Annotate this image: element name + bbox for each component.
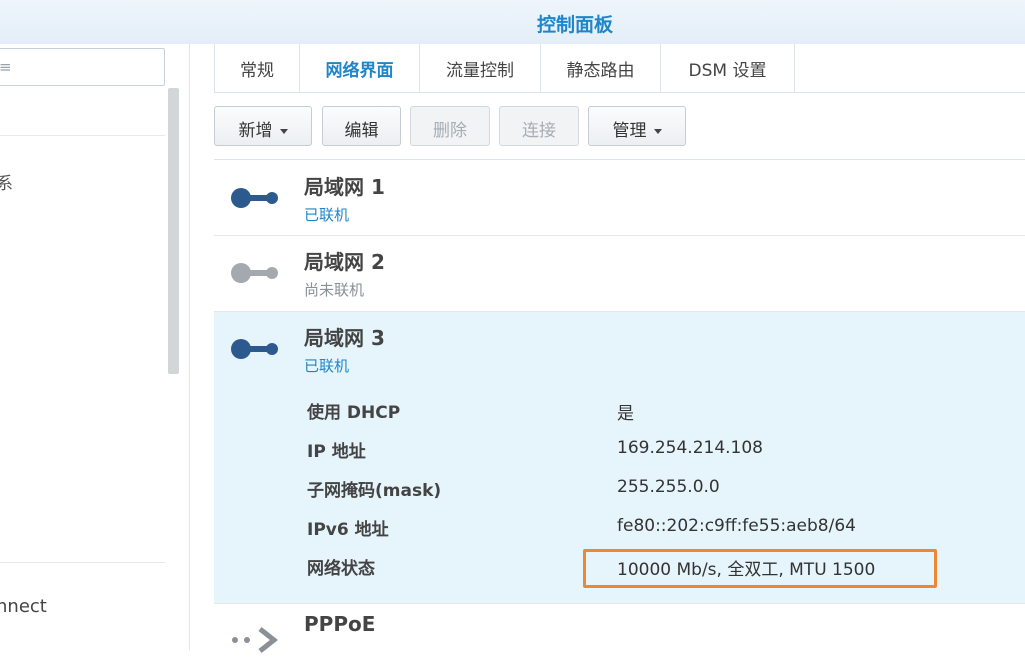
tab-static-route[interactable]: 静态路由 (541, 44, 661, 93)
sidebar-divider (0, 562, 165, 563)
search-placeholder: ≡ (0, 58, 12, 76)
sidebar-search-input[interactable]: ≡ (0, 48, 165, 86)
highlight-box (583, 549, 937, 588)
interface-list: 局域网 1 已联机 局域网 2 尚未联机 局域网 3 已联机 使用 DHCP 是… (214, 159, 1025, 653)
window-titlebar: 控制面板 (0, 0, 1025, 44)
chevron-down-icon (653, 128, 662, 134)
interface-row-lan3[interactable]: 局域网 3 已联机 使用 DHCP 是 IP 地址 169.254.214.10… (214, 312, 1025, 604)
interface-row-lan2[interactable]: 局域网 2 尚未联机 (214, 236, 1025, 312)
ip-address-label: IP 地址 (307, 442, 366, 462)
delete-button-label: 删除 (433, 121, 467, 141)
sidebar-divider (0, 135, 165, 136)
tab-network-interface[interactable]: 网络界面 (300, 44, 420, 93)
dhcp-label: 使用 DHCP (307, 403, 401, 423)
connect-button[interactable]: 连接 (499, 106, 579, 146)
interface-status: 已联机 (304, 206, 350, 224)
interface-row-lan1[interactable]: 局域网 1 已联机 (214, 160, 1025, 236)
edit-button-label: 编辑 (344, 121, 379, 141)
tab-bar: 常规 网络界面 流量控制 静态路由 DSM 设置 (214, 44, 1025, 93)
connect-button-label: 连接 (522, 121, 556, 141)
interface-name: 局域网 3 (304, 326, 385, 350)
interface-status: 已联机 (304, 357, 350, 375)
connected-icon (231, 339, 278, 359)
edit-button[interactable]: 编辑 (322, 106, 401, 146)
sidebar-item-partial[interactable]: 系 (0, 169, 13, 194)
chevron-down-icon (279, 128, 288, 134)
interface-row-pppoe[interactable]: PPPoE (214, 604, 1025, 664)
subnet-mask-value: 255.255.0.0 (617, 477, 720, 497)
add-button-label: 新增 (238, 121, 273, 141)
ip-address-value: 169.254.214.108 (617, 438, 764, 458)
tab-traffic-control[interactable]: 流量控制 (420, 44, 541, 93)
subnet-mask-label: 子网掩码(mask) (307, 481, 442, 501)
network-status-label: 网络状态 (307, 559, 375, 579)
disconnected-icon (231, 263, 278, 283)
sidebar-item-connect[interactable]: nnect (0, 596, 47, 617)
interface-name: 局域网 1 (304, 175, 385, 199)
manage-button-label: 管理 (612, 121, 647, 141)
tab-general[interactable]: 常规 (214, 44, 300, 93)
interface-name: 局域网 2 (304, 250, 385, 274)
delete-button[interactable]: 删除 (410, 106, 490, 146)
interface-status: 尚未联机 (304, 281, 365, 299)
manage-button[interactable]: 管理 (588, 106, 686, 146)
ipv6-address-label: IPv6 地址 (307, 520, 389, 540)
tab-dsm-settings[interactable]: DSM 设置 (661, 44, 795, 93)
add-button[interactable]: 新增 (214, 106, 312, 146)
ipv6-address-value: fe80::202:c9ff:fe55:aeb8/64 (617, 516, 856, 536)
pppoe-arrow-icon (232, 627, 279, 653)
interface-name: PPPoE (304, 612, 376, 636)
connected-icon (231, 188, 278, 208)
sidebar-scrollbar[interactable] (168, 88, 179, 374)
sidebar: ≡ 系 nnect (0, 44, 190, 650)
dhcp-value: 是 (617, 404, 634, 424)
window-title: 控制面板 (536, 14, 613, 36)
